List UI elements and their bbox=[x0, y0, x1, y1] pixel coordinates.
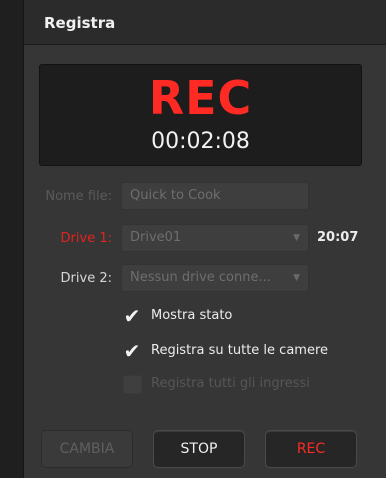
change-button: CAMBIA bbox=[41, 430, 133, 468]
drive1-select: Drive01 ▼ bbox=[121, 224, 309, 252]
drive2-label: Drive 2: bbox=[60, 271, 112, 286]
chevron-down-icon: ▼ bbox=[293, 273, 300, 283]
rec-button[interactable]: REC bbox=[265, 430, 357, 468]
record-all-inputs-label: Registra tutti gli ingressi bbox=[151, 376, 310, 391]
chevron-down-icon: ▼ bbox=[293, 233, 300, 243]
show-status-label: Mostra stato bbox=[151, 308, 233, 323]
record-all-cameras-label: Registra su tutte le camere bbox=[151, 343, 329, 358]
record-panel: Registra REC 00:02:08 Nome file: Quick t… bbox=[23, 0, 386, 478]
panel-header: Registra bbox=[24, 0, 386, 45]
filename-value: Quick to Cook bbox=[130, 188, 221, 203]
record-status-display: REC 00:02:08 bbox=[39, 64, 362, 166]
drive1-remaining-time: 20:07 bbox=[317, 230, 359, 245]
drive1-value: Drive01 bbox=[130, 230, 182, 245]
checkmark-icon: ✔ bbox=[123, 304, 141, 328]
rec-status-text: REC bbox=[148, 71, 253, 125]
checkbox-box bbox=[123, 375, 142, 394]
stop-button[interactable]: STOP bbox=[153, 430, 245, 468]
drive2-value: Nessun drive conne... bbox=[130, 270, 271, 285]
drive2-select[interactable]: Nessun drive conne... ▼ bbox=[121, 264, 309, 292]
drive1-label: Drive 1: bbox=[60, 231, 112, 246]
filename-field: Quick to Cook bbox=[121, 182, 309, 210]
record-timecode: 00:02:08 bbox=[151, 129, 250, 154]
panel-title: Registra bbox=[44, 14, 116, 32]
filename-label: Nome file: bbox=[45, 189, 112, 204]
checkmark-icon: ✔ bbox=[123, 339, 141, 363]
